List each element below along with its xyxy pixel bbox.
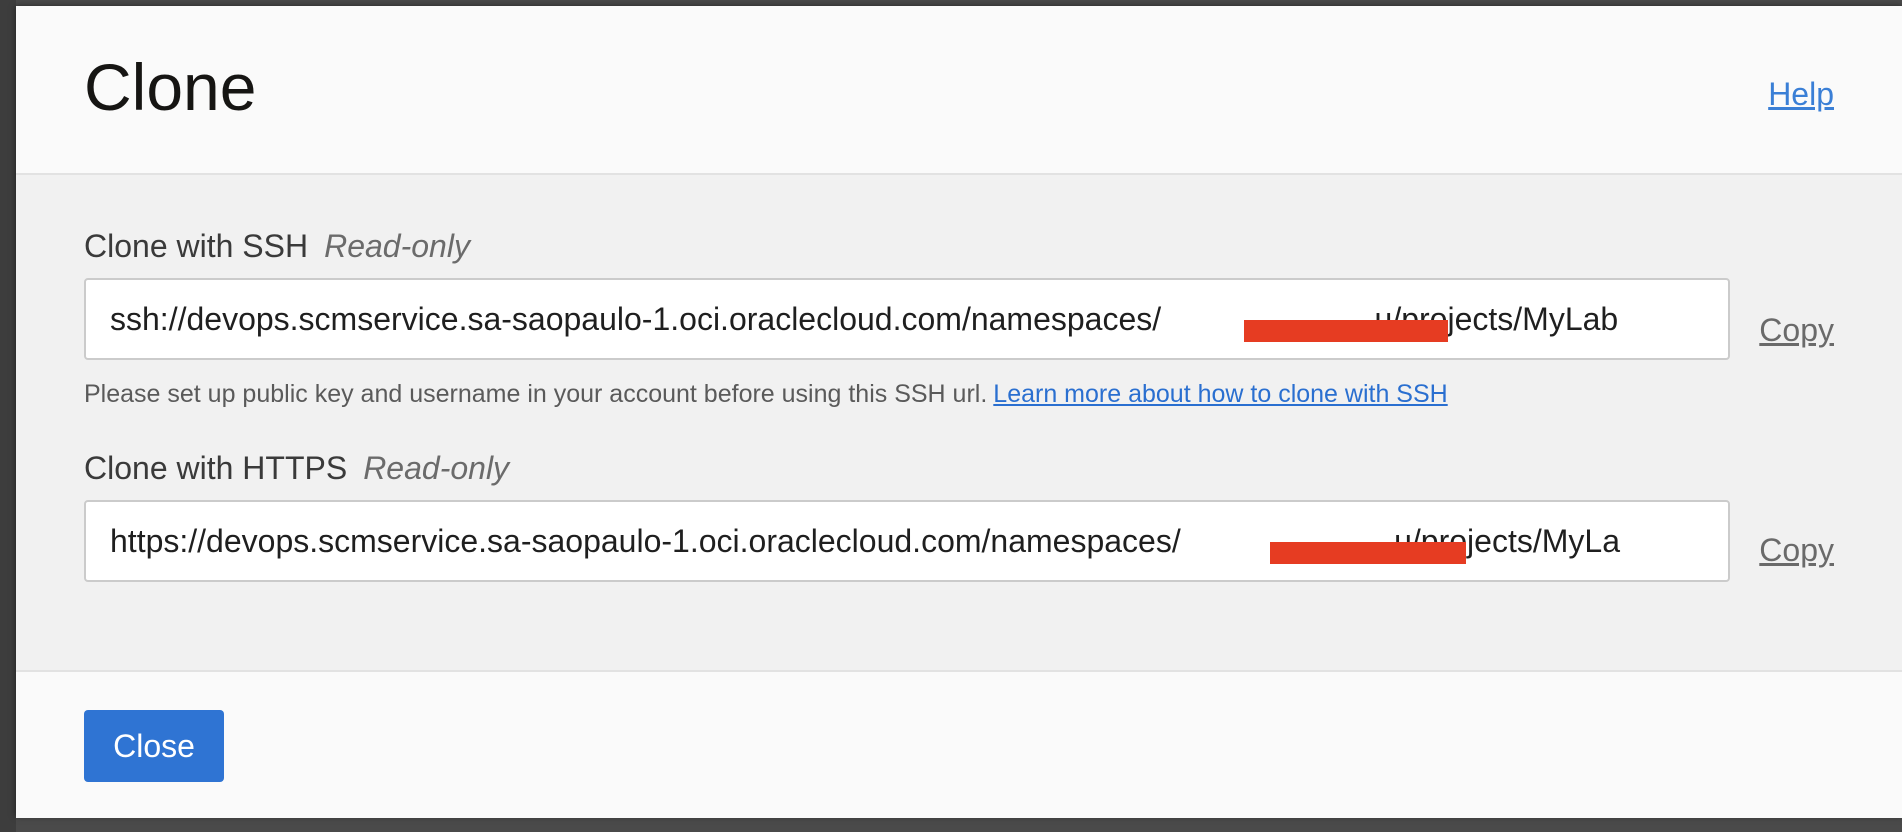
ssh-redaction-mark	[1244, 320, 1448, 342]
https-label: Clone with HTTPS Read-only	[84, 450, 509, 487]
ssh-label: Clone with SSH Read-only	[84, 228, 470, 265]
https-readonly-label: Read-only	[363, 450, 510, 486]
dialog-title: Clone	[84, 50, 257, 124]
dialog-footer: Close	[16, 670, 1902, 818]
help-link[interactable]: Help	[1768, 76, 1834, 113]
ssh-learn-more-link[interactable]: Learn more about how to clone with SSH	[993, 380, 1447, 408]
https-label-text: Clone with HTTPS	[84, 450, 348, 486]
ssh-url-field[interactable]	[84, 278, 1730, 360]
background-page-edge	[0, 0, 16, 832]
clone-dialog: Clone Help Clone with SSHRead-only Copy …	[16, 6, 1902, 818]
close-button[interactable]: Close	[84, 710, 224, 782]
ssh-readonly-label: Read-only	[324, 228, 470, 264]
https-copy-link[interactable]: Copy	[1759, 532, 1834, 569]
https-redaction-mark	[1270, 542, 1466, 564]
ssh-label-text: Clone with SSH	[84, 228, 309, 264]
ssh-copy-link[interactable]: Copy	[1759, 312, 1834, 349]
ssh-hint: Please set up public key and username in…	[84, 380, 1448, 409]
dialog-header: Clone Help	[16, 6, 1902, 175]
ssh-hint-text: Please set up public key and username in…	[84, 380, 988, 408]
https-url-field[interactable]	[84, 500, 1730, 582]
